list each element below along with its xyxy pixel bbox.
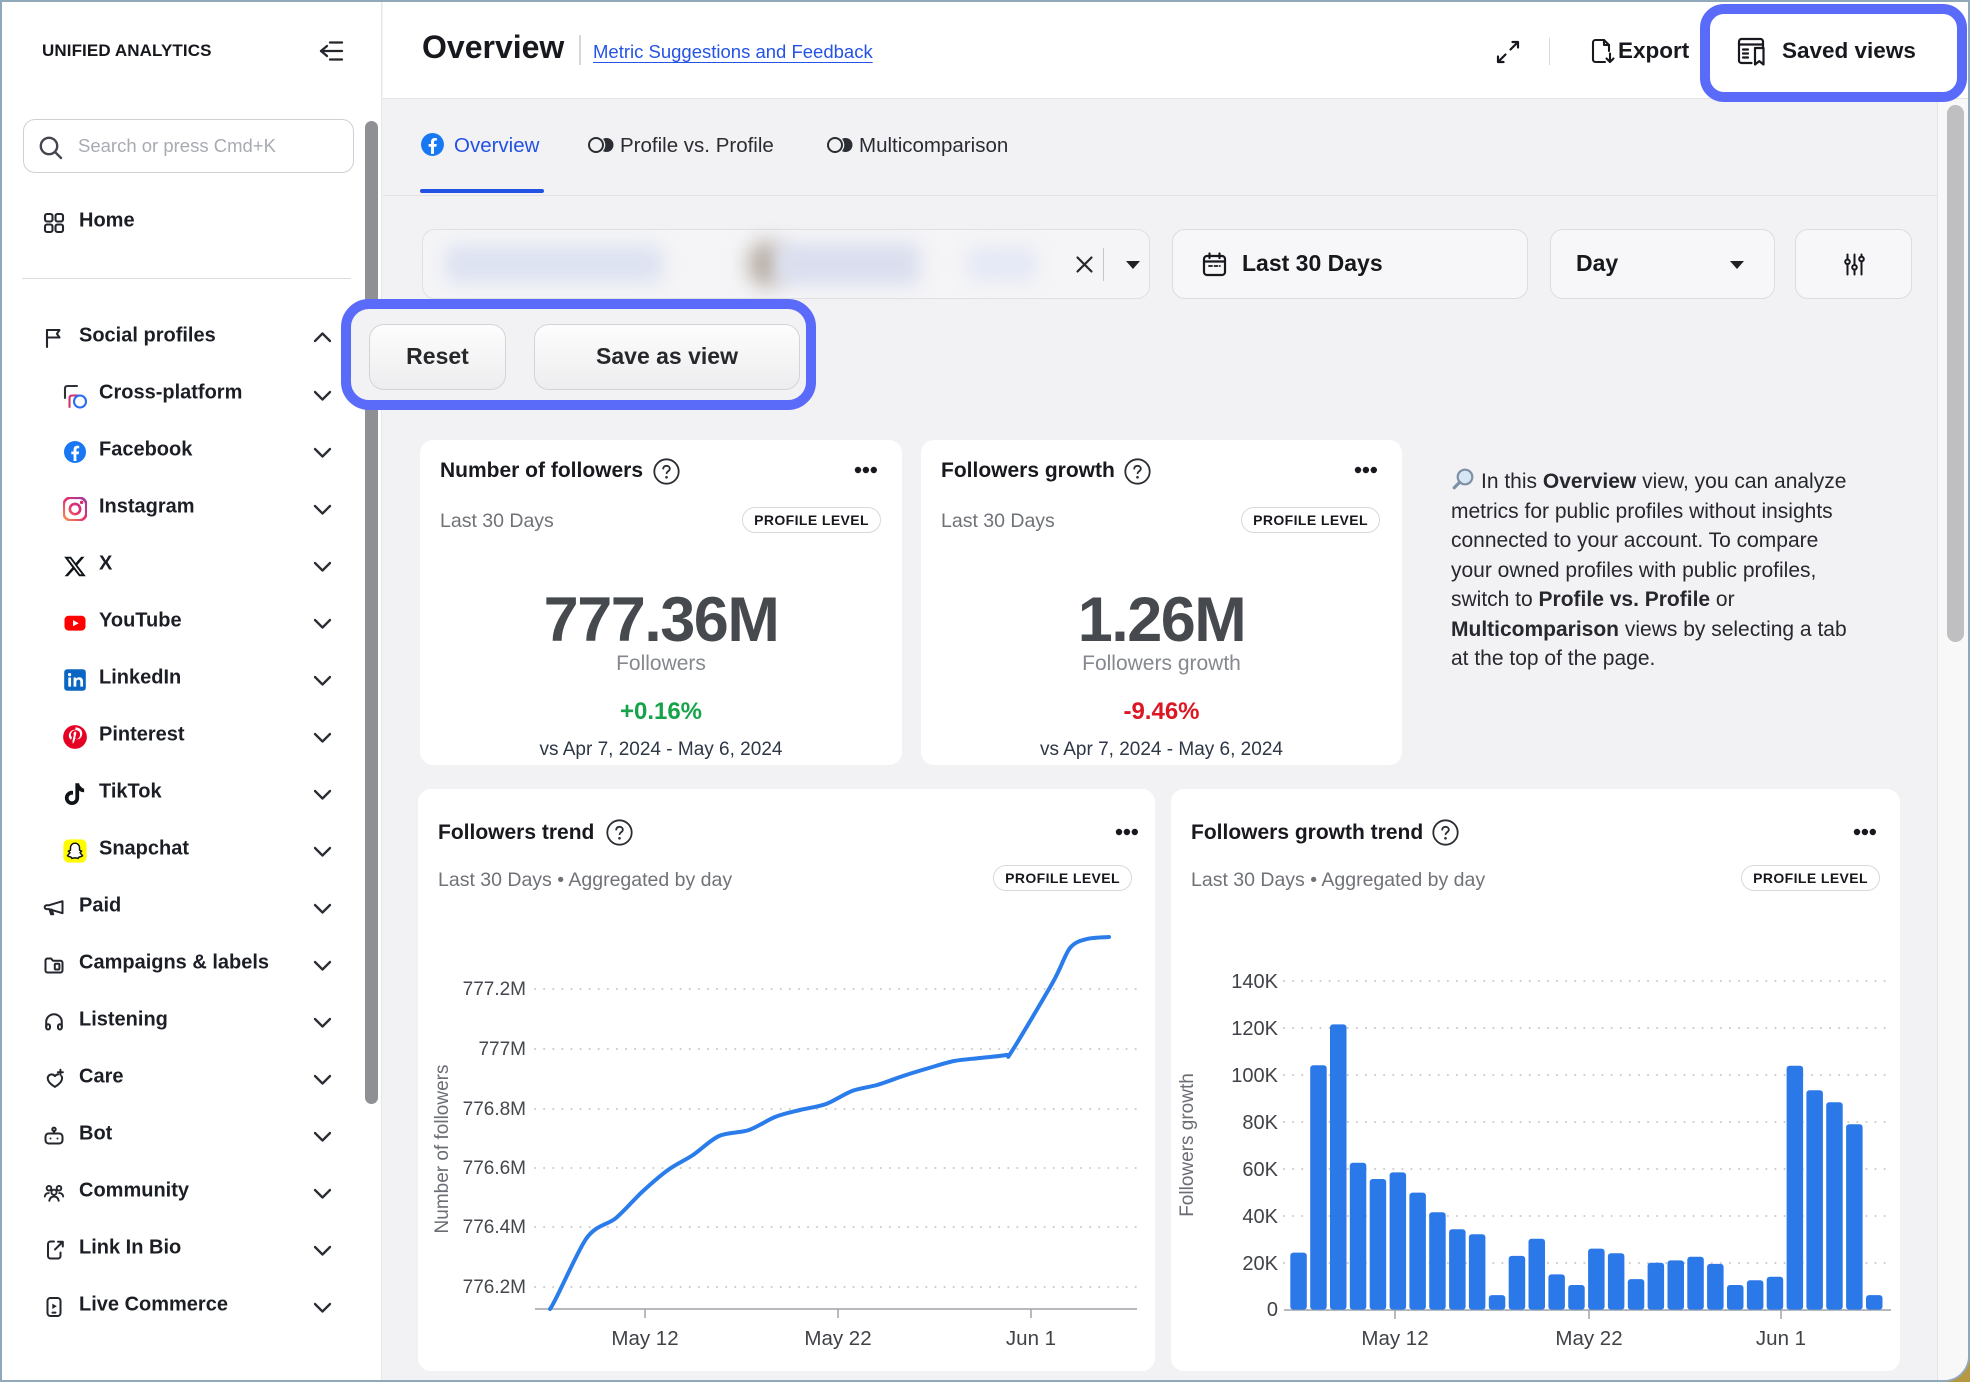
svg-text:60K: 60K <box>1242 1159 1278 1181</box>
svg-text:Jun 1: Jun 1 <box>1006 1327 1056 1350</box>
svg-text:Jun 1: Jun 1 <box>1756 1327 1806 1350</box>
svg-text:777M: 777M <box>478 1039 526 1060</box>
svg-text:0: 0 <box>1267 1299 1278 1321</box>
svg-text:120K: 120K <box>1231 1018 1278 1040</box>
svg-text:140K: 140K <box>1231 971 1278 993</box>
svg-text:May 22: May 22 <box>1555 1327 1622 1350</box>
svg-text:776.2M: 776.2M <box>463 1277 526 1298</box>
svg-text:Followers growth: Followers growth <box>1177 1073 1198 1217</box>
svg-text:20K: 20K <box>1242 1253 1278 1275</box>
svg-text:776.6M: 776.6M <box>463 1158 526 1179</box>
svg-text:May 12: May 12 <box>611 1327 678 1350</box>
svg-text:80K: 80K <box>1242 1112 1278 1134</box>
svg-text:776.4M: 776.4M <box>463 1217 526 1238</box>
svg-text:May 22: May 22 <box>804 1327 871 1350</box>
svg-text:Number of followers: Number of followers <box>432 1065 453 1234</box>
svg-text:100K: 100K <box>1231 1065 1278 1087</box>
svg-text:777.2M: 777.2M <box>463 979 526 1000</box>
svg-text:40K: 40K <box>1242 1206 1278 1228</box>
svg-text:776.8M: 776.8M <box>463 1099 526 1120</box>
svg-text:May 12: May 12 <box>1361 1327 1428 1350</box>
